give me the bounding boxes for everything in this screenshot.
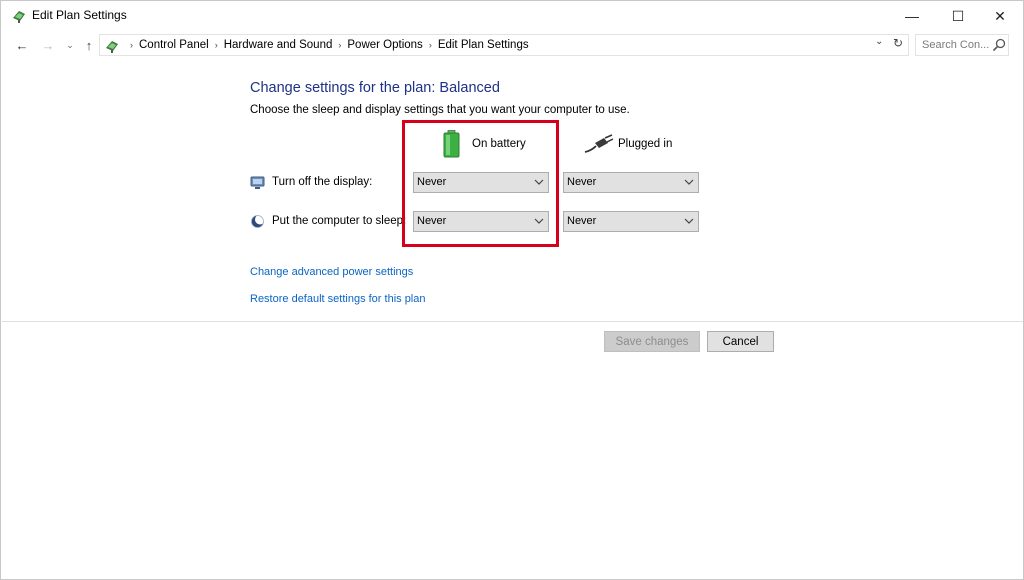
sleep-plugged-in-select[interactable]: Never — [563, 211, 699, 232]
page-subtitle: Choose the sleep and display settings th… — [250, 104, 630, 116]
on-battery-highlight-box — [402, 120, 559, 247]
forward-button[interactable]: → — [39, 36, 57, 54]
turn-off-display-label: Turn off the display: — [272, 176, 373, 188]
window-title: Edit Plan Settings — [32, 8, 127, 22]
turn-off-display-row: Turn off the display: — [250, 173, 372, 191]
monitor-icon — [250, 176, 265, 189]
sleep-label: Put the computer to sleep: — [272, 215, 407, 227]
breadcrumb-power-options[interactable]: Power Options — [347, 39, 422, 51]
column-plugged-in-label: Plugged in — [618, 138, 673, 150]
sleep-row: Put the computer to sleep: — [250, 212, 406, 230]
moon-icon — [251, 214, 265, 228]
breadcrumb-separator: › — [130, 40, 133, 50]
power-plan-icon — [13, 11, 25, 23]
back-button[interactable]: ← — [13, 36, 31, 54]
cancel-button[interactable]: Cancel — [707, 331, 774, 352]
search-input[interactable]: Search Con... — [915, 34, 1009, 56]
sleep-plugged-in-value: Never — [567, 215, 597, 227]
divider — [2, 321, 1023, 322]
plug-icon — [584, 134, 614, 153]
breadcrumb-separator: › — [214, 40, 218, 50]
search-placeholder: Search Con... — [922, 39, 990, 51]
display-plugged-in-select[interactable]: Never — [563, 172, 699, 193]
breadcrumb-edit-plan-settings[interactable]: Edit Plan Settings — [438, 39, 529, 51]
breadcrumb-separator: › — [338, 40, 342, 50]
breadcrumb-separator: › — [428, 40, 432, 50]
title-bar: Edit Plan Settings — ☐ ✕ — [1, 1, 1023, 31]
edit-plan-settings-window: Edit Plan Settings — ☐ ✕ ← → ⌄ ↑ › Contr… — [0, 0, 1024, 580]
minimize-button[interactable]: — — [889, 1, 935, 31]
column-plugged-in: Plugged in — [584, 129, 672, 159]
address-dropdown-button[interactable]: ⌄ — [875, 36, 883, 47]
close-button[interactable]: ✕ — [977, 1, 1023, 31]
maximize-button[interactable]: ☐ — [935, 1, 981, 31]
page-title: Change settings for the plan: Balanced — [250, 80, 500, 96]
up-button[interactable]: ↑ — [80, 36, 98, 54]
chevron-down-icon — [684, 179, 694, 185]
breadcrumb-control-panel[interactable]: Control Panel — [139, 39, 209, 51]
save-changes-button[interactable]: Save changes — [604, 331, 700, 352]
recent-locations-button[interactable]: ⌄ — [61, 36, 79, 54]
search-icon[interactable] — [992, 38, 1006, 52]
change-advanced-power-settings-link[interactable]: Change advanced power settings — [250, 266, 413, 278]
breadcrumb[interactable]: › Control Panel › Hardware and Sound › P… — [99, 34, 909, 56]
chevron-down-icon — [684, 218, 694, 224]
address-bar: ← → ⌄ ↑ › Control Panel › Hardware and S… — [1, 32, 1023, 58]
breadcrumb-hardware-and-sound[interactable]: Hardware and Sound — [224, 39, 333, 51]
control-panel-icon — [106, 41, 118, 53]
display-plugged-in-value: Never — [567, 176, 597, 188]
refresh-button[interactable]: ↻ — [889, 34, 907, 52]
restore-default-settings-link[interactable]: Restore default settings for this plan — [250, 293, 425, 305]
